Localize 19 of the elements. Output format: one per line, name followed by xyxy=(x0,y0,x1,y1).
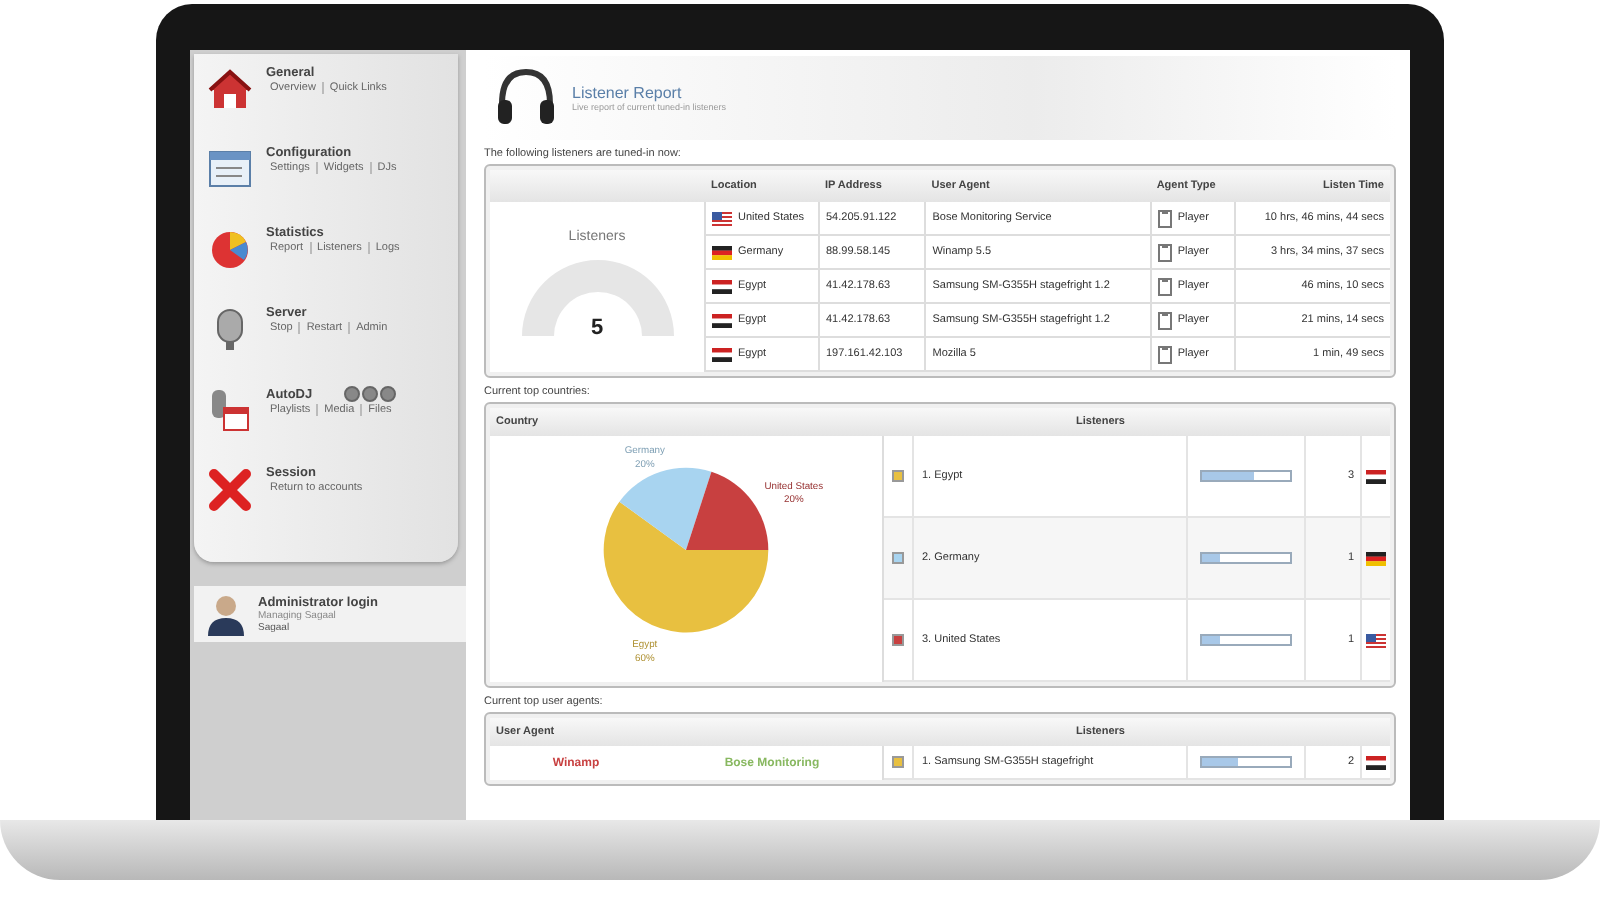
clipboard-icon xyxy=(1157,311,1172,329)
pie-chart-icon xyxy=(206,226,254,274)
cross-icon xyxy=(206,466,254,514)
flag-icon xyxy=(712,211,732,225)
microphone-calendar-icon xyxy=(206,386,254,434)
clipboard-icon xyxy=(1157,209,1172,227)
clipboard-icon xyxy=(1157,243,1172,261)
clipboard-icon xyxy=(1157,277,1172,295)
clipboard-icon xyxy=(1157,345,1172,363)
flag-icon xyxy=(712,347,732,361)
user-silhouette-icon xyxy=(206,592,246,636)
house-icon xyxy=(206,66,254,114)
flag-icon xyxy=(712,245,732,259)
page-title: Listener Report xyxy=(572,84,684,102)
flag-icon xyxy=(1366,633,1386,647)
flag-icon xyxy=(1366,551,1386,565)
gauge-value: 5 xyxy=(588,316,606,340)
flag-icon xyxy=(712,313,732,327)
flag-icon xyxy=(712,279,732,293)
